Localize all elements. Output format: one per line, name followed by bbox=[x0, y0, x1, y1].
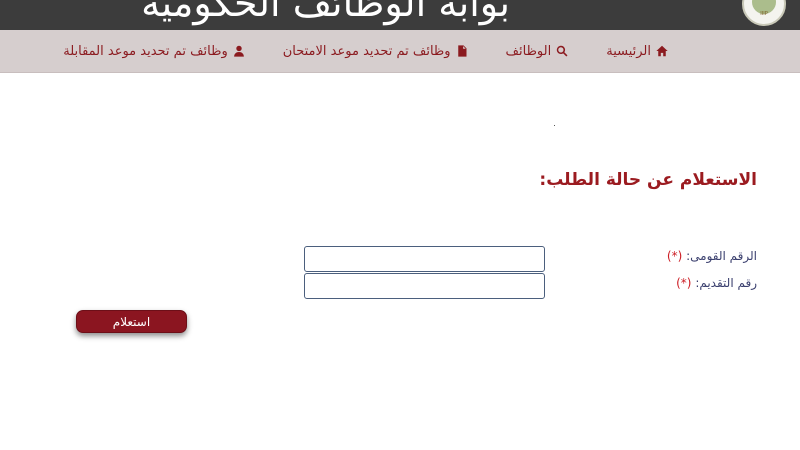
site-logo[interactable]: IIIP bbox=[742, 0, 786, 26]
application-no-label: رقم التقديم: (*) bbox=[676, 276, 757, 290]
required-mark: (*) bbox=[666, 249, 683, 263]
nav-item-interview-jobs[interactable]: وظائف تم تحديد موعد المقابلة bbox=[63, 44, 245, 59]
inquiry-submit-button[interactable]: استعلام bbox=[76, 310, 187, 333]
national-id-label: الرقم القومى: (*) bbox=[667, 249, 757, 263]
document-icon bbox=[457, 45, 467, 57]
nav-item-label: وظائف تم تحديد موعد الامتحان bbox=[282, 43, 451, 59]
required-mark: (*) bbox=[676, 276, 692, 290]
nav-item-label: وظائف تم تحديد موعد المقابلة bbox=[63, 43, 228, 59]
stray-dot bbox=[554, 125, 555, 126]
nav-item-label: الرئيسية bbox=[606, 43, 651, 59]
main-navbar: الرئيسية الوظائف وظائف تم تحديد موعد الا… bbox=[0, 30, 800, 73]
home-icon bbox=[656, 45, 668, 57]
application-no-input[interactable] bbox=[304, 273, 545, 299]
search-icon bbox=[557, 45, 568, 57]
national-id-input[interactable] bbox=[304, 246, 545, 272]
nav-item-exam-jobs[interactable]: وظائف تم تحديد موعد الامتحان bbox=[283, 44, 468, 59]
logo-text: IIIP bbox=[760, 11, 768, 17]
user-icon bbox=[233, 45, 244, 57]
application-no-label-text: رقم التقديم: bbox=[695, 276, 757, 290]
national-id-label-text: الرقم القومى: bbox=[686, 249, 757, 263]
nav-item-jobs[interactable]: الوظائف bbox=[506, 44, 569, 59]
page-title: الاستعلام عن حالة الطلب: bbox=[539, 170, 757, 190]
nav-item-home[interactable]: الرئيسية bbox=[606, 44, 668, 59]
nav-list: الرئيسية الوظائف وظائف تم تحديد موعد الا… bbox=[63, 30, 668, 72]
site-header: بوابة الوظائف الحكومية IIIP bbox=[0, 0, 800, 30]
nav-item-label: الوظائف bbox=[505, 43, 552, 59]
site-title: بوابة الوظائف الحكومية bbox=[141, 0, 510, 25]
